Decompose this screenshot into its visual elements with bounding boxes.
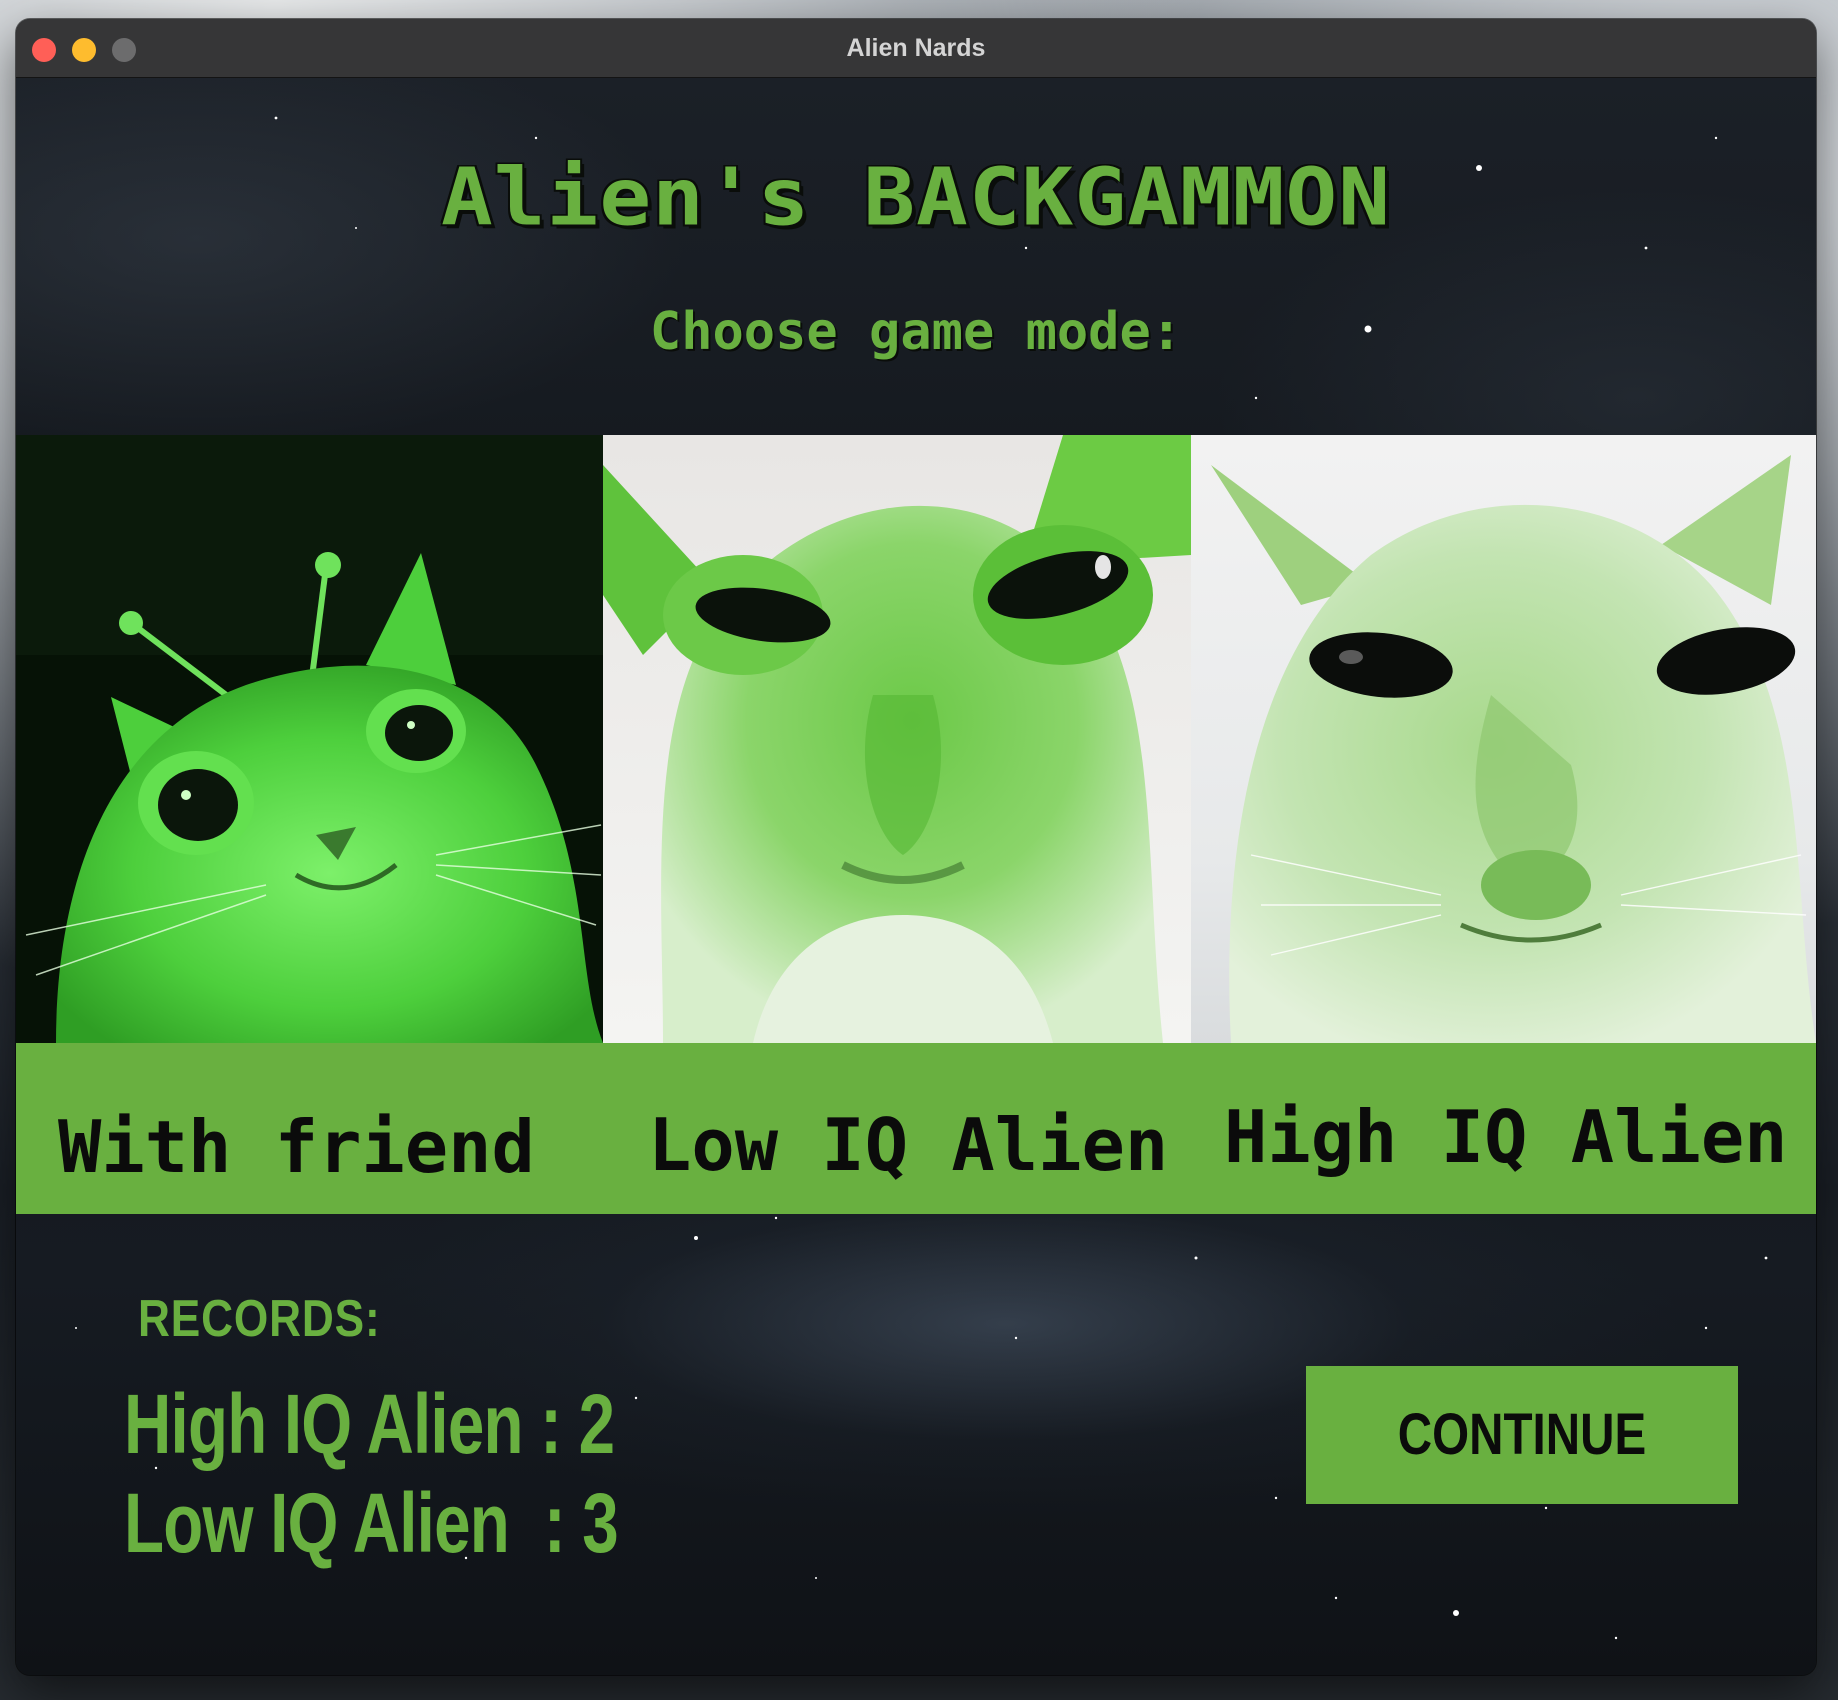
low-iq-alien-image[interactable] <box>603 435 1191 1043</box>
antenna-cat-illustration <box>16 435 603 1043</box>
game-title: Alien's BACKGAMMON <box>441 152 1391 244</box>
main-menu-screen: Alien's BACKGAMMON Choose game mode: Wit… <box>16 78 1816 1675</box>
low-iq-alien-mode-button[interactable]: Low IQ Alien <box>648 1103 1168 1187</box>
records-heading: RECORDS: <box>138 1290 381 1348</box>
low-iq-record: Low IQ Alien : 3 <box>124 1476 619 1570</box>
high-iq-record: High IQ Alien : 2 <box>124 1377 615 1471</box>
continue-button-label: CONTINUE <box>1397 1402 1647 1467</box>
with-friend-mode-button[interactable]: With friend <box>58 1105 535 1189</box>
high-iq-alien-mode-button[interactable]: High IQ Alien <box>1224 1095 1788 1179</box>
game-mode-prompt: Choose game mode: <box>649 302 1183 362</box>
app-window: Alien Nards Alien's BACKGAMMON Choose ga… <box>16 19 1816 1675</box>
window-title: Alien Nards <box>846 34 986 62</box>
game-mode-bar: With friend Low IQ Alien High IQ Alien <box>16 1043 1816 1214</box>
game-mode-images <box>16 435 1816 1043</box>
with-friend-image[interactable] <box>16 435 603 1043</box>
title-bar[interactable]: Alien Nards <box>16 19 1816 78</box>
high-iq-alien-image[interactable] <box>1191 435 1816 1043</box>
staring-alien-cat-illustration <box>1191 435 1816 1043</box>
blurry-alien-cat-illustration <box>603 435 1191 1043</box>
continue-button[interactable]: CONTINUE <box>1306 1366 1738 1504</box>
